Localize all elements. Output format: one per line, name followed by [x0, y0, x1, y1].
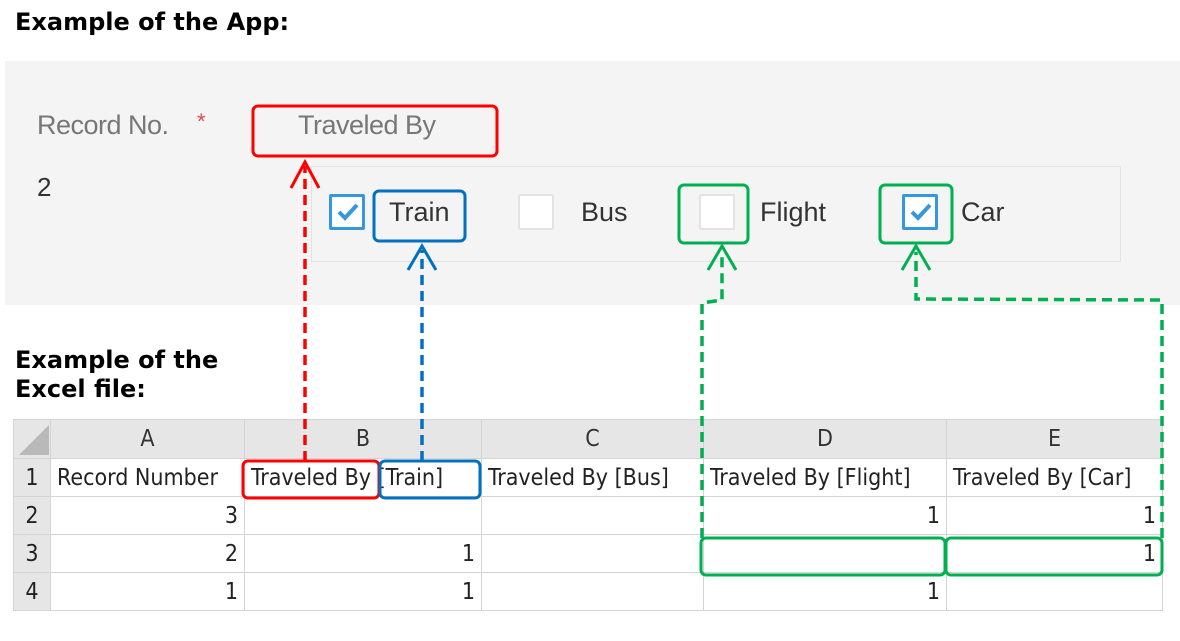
dashed-arrow-green-car [914, 252, 1164, 538]
annotation-overlay [241, 104, 1164, 577]
highlight-box-flight-checkbox [677, 183, 750, 245]
highlight-box-car-checkbox [878, 183, 954, 245]
highlight-box-cell-e3 [944, 536, 1164, 577]
dashed-arrow-green-flight [700, 252, 724, 538]
highlight-box-header-suffix [378, 459, 482, 500]
highlight-box-field-label [251, 104, 499, 158]
highlight-box-cell-d3 [699, 536, 947, 577]
highlight-box-option-label [372, 189, 467, 243]
highlight-box-header-prefix [241, 459, 381, 500]
